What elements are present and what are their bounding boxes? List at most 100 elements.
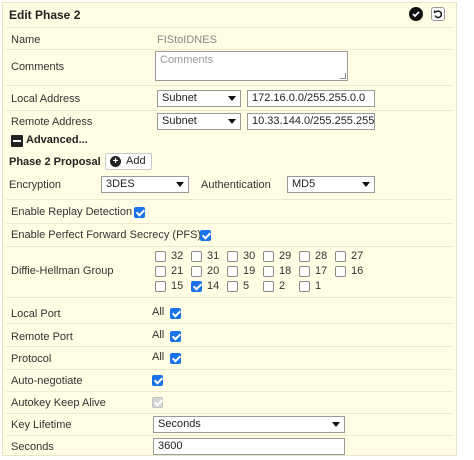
remote-port-value: All: [152, 329, 165, 341]
local-address-label: Local Address: [11, 93, 81, 105]
header-divider: [6, 27, 453, 28]
name-value: FIStoIDNES: [157, 34, 217, 46]
dh-group-5-label: 5: [243, 280, 250, 292]
dh-group-15-checkbox[interactable]: [155, 281, 166, 292]
dh-group-28-label: 28: [315, 250, 328, 262]
remote-port-label: Remote Port: [11, 331, 73, 343]
dh-group-32-checkbox[interactable]: [155, 251, 166, 262]
dh-group-28-checkbox[interactable]: [299, 251, 310, 262]
dh-group-30-checkbox[interactable]: [227, 251, 238, 262]
protocol-label: Protocol: [11, 353, 52, 365]
row-divider: [6, 391, 453, 392]
check-circle-icon[interactable]: [409, 7, 423, 21]
authentication-value: MD5: [292, 178, 316, 190]
protocol-all-checkbox[interactable]: [170, 353, 181, 364]
remote-address-label: Remote Address: [11, 116, 93, 128]
authentication-label: Authentication: [201, 179, 271, 191]
edit-phase2-panel: Edit Phase 2 Name FIStoIDNES Comments Co…: [2, 2, 457, 456]
remote-port-all-checkbox[interactable]: [170, 331, 181, 342]
dh-group-15-label: 15: [171, 280, 184, 292]
dh-group-19-checkbox[interactable]: [227, 266, 238, 277]
collapse-minus-icon[interactable]: [11, 135, 23, 147]
authentication-select[interactable]: MD5: [287, 176, 375, 193]
add-proposal-button[interactable]: + Add: [105, 153, 152, 170]
dh-group-17-label: 17: [315, 265, 328, 277]
dh-group-2-label: 2: [279, 280, 286, 292]
chevron-down-icon: [176, 182, 184, 187]
dh-group-20-checkbox[interactable]: [191, 266, 202, 277]
dh-group-18-label: 18: [279, 265, 292, 277]
autokey-keepalive-checkbox: [152, 397, 163, 408]
remote-address-input[interactable]: 10.33.144.0/255.255.255: [247, 113, 375, 130]
row-divider: [6, 246, 453, 247]
dh-group-29-checkbox[interactable]: [263, 251, 274, 262]
encryption-value: 3DES: [106, 178, 135, 190]
dh-group-17-checkbox[interactable]: [299, 266, 310, 277]
pfs-checkbox[interactable]: [200, 230, 211, 241]
dh-group-19-label: 19: [243, 265, 256, 277]
dh-group-1-label: 1: [315, 280, 322, 292]
autokey-keepalive-label: Autokey Keep Alive: [11, 397, 106, 409]
dh-group-27-label: 27: [351, 250, 364, 262]
replay-detection-checkbox[interactable]: [134, 207, 145, 218]
dh-group-20-label: 20: [207, 265, 220, 277]
chevron-down-icon: [362, 182, 370, 187]
undo-icon[interactable]: [431, 7, 445, 21]
plus-circle-icon: +: [110, 156, 121, 167]
key-lifetime-select[interactable]: Seconds: [153, 416, 345, 433]
dh-group-21-checkbox[interactable]: [155, 266, 166, 277]
dh-group-label: Diffie-Hellman Group: [11, 265, 114, 277]
phase2-proposal-heading: Phase 2 Proposal: [9, 156, 101, 168]
dh-group-1-checkbox[interactable]: [299, 281, 310, 292]
row-divider: [6, 435, 453, 436]
local-port-label: Local Port: [11, 308, 61, 320]
dh-group-18-checkbox[interactable]: [263, 266, 274, 277]
local-port-all-checkbox[interactable]: [170, 308, 181, 319]
dh-group-2-checkbox[interactable]: [263, 281, 274, 292]
dh-group-30-label: 30: [243, 250, 256, 262]
comments-label: Comments: [11, 61, 65, 73]
dh-group-29-label: 29: [279, 250, 292, 262]
row-divider: [6, 199, 453, 200]
seconds-input[interactable]: 3600: [153, 438, 345, 455]
row-divider: [6, 297, 453, 298]
add-proposal-label: Add: [126, 155, 146, 167]
local-address-type-value: Subnet: [162, 92, 197, 104]
remote-address-type-value: Subnet: [162, 115, 197, 127]
remote-address-type-select[interactable]: Subnet: [157, 113, 241, 130]
dh-group-31-checkbox[interactable]: [191, 251, 202, 262]
dh-group-5-checkbox[interactable]: [227, 281, 238, 292]
key-lifetime-label: Key Lifetime: [11, 419, 72, 431]
chevron-down-icon: [332, 422, 340, 427]
auto-negotiate-label: Auto-negotiate: [11, 375, 83, 387]
row-divider: [6, 49, 453, 50]
local-port-value: All: [152, 306, 165, 318]
local-address-type-select[interactable]: Subnet: [157, 90, 241, 107]
panel-title: Edit Phase 2: [9, 8, 81, 22]
seconds-label: Seconds: [11, 441, 54, 453]
row-divider: [6, 110, 453, 111]
auto-negotiate-checkbox[interactable]: [152, 375, 163, 386]
encryption-label: Encryption: [9, 179, 61, 191]
chevron-down-icon: [228, 119, 236, 124]
row-divider: [6, 346, 453, 347]
advanced-toggle[interactable]: Advanced...: [26, 134, 88, 146]
name-label: Name: [11, 34, 41, 46]
chevron-down-icon: [228, 96, 236, 101]
encryption-select[interactable]: 3DES: [101, 176, 189, 193]
protocol-value: All: [152, 351, 165, 363]
pfs-label: Enable Perfect Forward Secrecy (PFS): [11, 229, 202, 241]
replay-detection-label: Enable Replay Detection: [11, 206, 133, 218]
dh-group-16-label: 16: [351, 265, 364, 277]
dh-group-14-checkbox[interactable]: [191, 281, 202, 292]
row-divider: [6, 85, 453, 86]
resize-handle[interactable]: [340, 73, 346, 79]
dh-group-14-label: 14: [207, 280, 220, 292]
row-divider: [6, 369, 453, 370]
comments-placeholder: Comments: [160, 54, 214, 66]
dh-group-21-label: 21: [171, 265, 184, 277]
local-address-input[interactable]: 172.16.0.0/255.255.0.0: [247, 90, 375, 107]
comments-textarea[interactable]: Comments: [155, 51, 348, 81]
dh-group-27-checkbox[interactable]: [335, 251, 346, 262]
dh-group-16-checkbox[interactable]: [335, 266, 346, 277]
